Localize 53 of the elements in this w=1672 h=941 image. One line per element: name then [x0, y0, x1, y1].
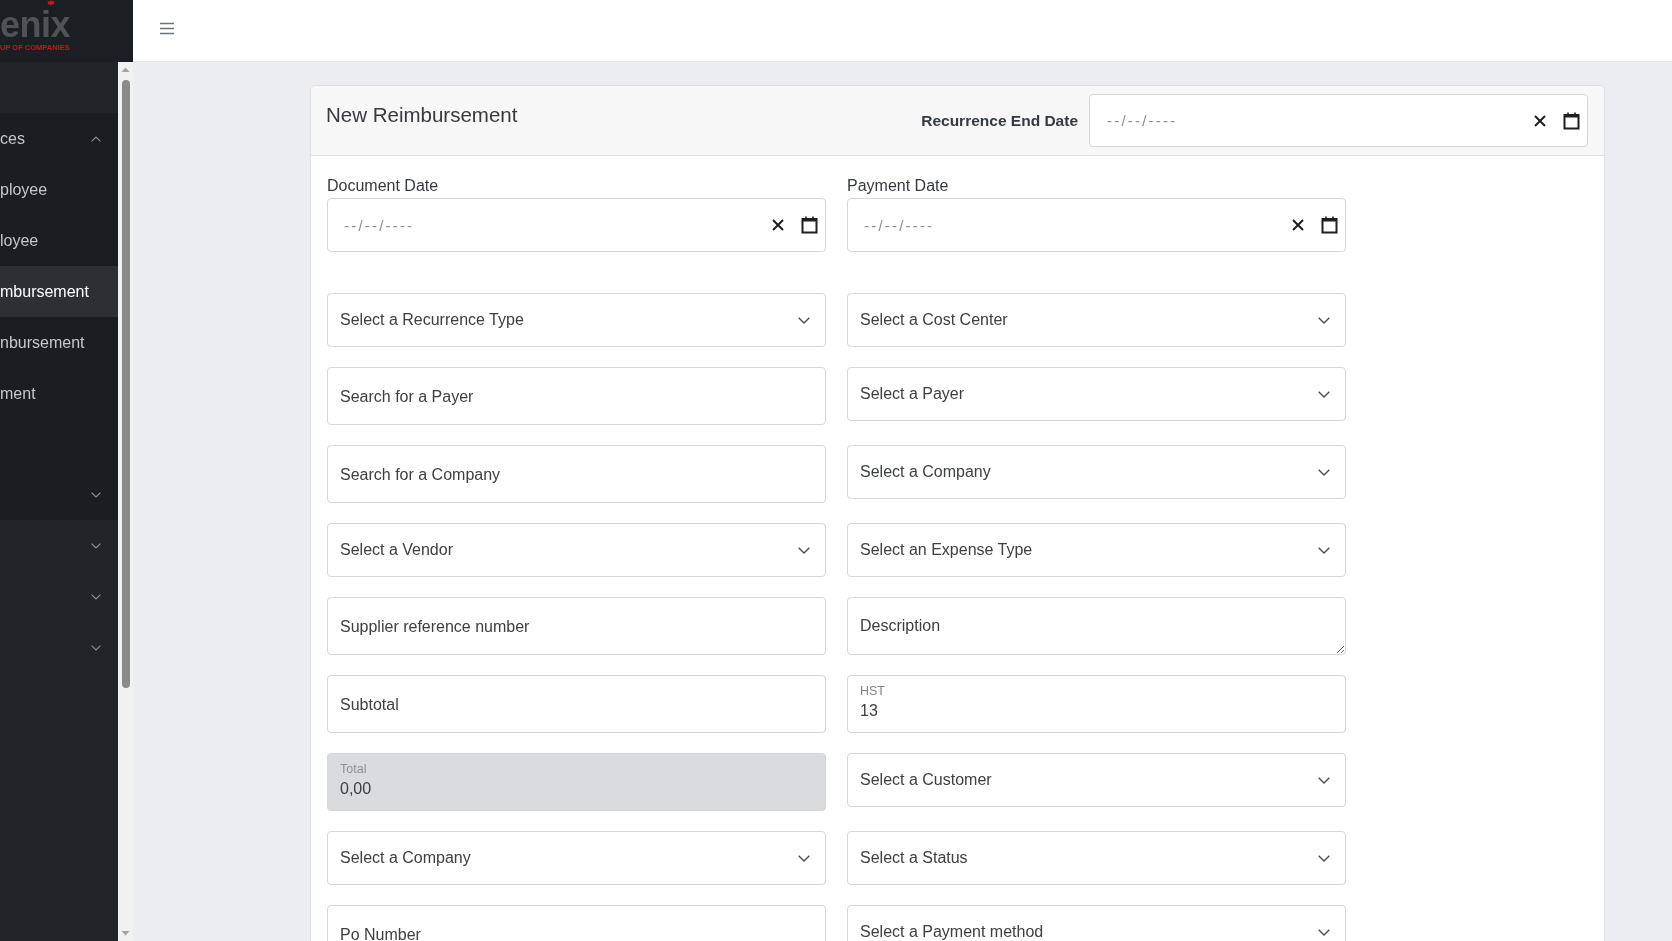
dropdown-field[interactable]: Select a Vendor [327, 523, 826, 577]
dropdown-field[interactable]: Select a Payment method [847, 905, 1346, 941]
chevron-down-icon [798, 546, 810, 554]
chevron-down-icon[interactable] [91, 644, 101, 651]
chevron-down-icon[interactable] [91, 593, 101, 600]
dropdown-field[interactable]: Select an Expense Type [847, 523, 1346, 577]
date-field[interactable]: --/--/---- [847, 198, 1346, 252]
date-field[interactable]: --/--/---- [1089, 94, 1588, 147]
dropdown-field[interactable]: Select a Company [327, 831, 826, 885]
field-label: Document Date [327, 176, 439, 195]
chevron-down-icon [1318, 854, 1330, 862]
sidebar-item[interactable]: loyee [0, 215, 118, 266]
leaf-icon [47, 0, 55, 6]
sidebar-item[interactable]: ployee [0, 164, 118, 215]
dropdown-field[interactable]: Select a Company [847, 445, 1346, 499]
chevron-down-icon [1318, 468, 1330, 476]
text-area[interactable]: Description [847, 597, 1346, 655]
input-field[interactable]: Supplier reference number [327, 597, 826, 655]
dropdown-field[interactable]: Select a Cost Center [847, 293, 1346, 347]
chevron-down-icon [1318, 546, 1330, 554]
chevron-down-icon[interactable] [91, 491, 101, 498]
calendar-icon[interactable] [1321, 216, 1338, 234]
chevron-down-icon [1318, 316, 1330, 324]
sidebar-item[interactable]: mbursement [0, 266, 118, 317]
calendar-icon[interactable] [801, 216, 818, 234]
sidebar-group[interactable]: ces [0, 113, 118, 164]
dropdown-field[interactable]: Select a Status [847, 831, 1346, 885]
sidebar-item[interactable]: ment [0, 368, 118, 419]
menu-icon[interactable] [160, 21, 174, 35]
dropdown-field[interactable]: Select a Customer [847, 753, 1346, 807]
chevron-down-icon [798, 316, 810, 324]
field-label: Payment Date [847, 176, 949, 195]
input-field[interactable]: Po Number [327, 905, 826, 941]
input-field[interactable]: Search for a Payer [327, 367, 826, 425]
scrollbar-thumb[interactable] [121, 80, 130, 688]
input-field[interactable]: HST 13 [847, 675, 1346, 733]
input-field[interactable]: Search for a Company [327, 445, 826, 503]
date-field[interactable]: --/--/---- [327, 198, 826, 252]
clear-icon[interactable] [1292, 219, 1304, 231]
clear-icon[interactable] [1534, 114, 1546, 127]
chevron-down-icon [798, 854, 810, 862]
chevron-down-icon [1318, 390, 1330, 398]
sidebar-item[interactable]: nbursement [0, 317, 118, 368]
field-label: Recurrence End Date [921, 111, 1078, 130]
clear-icon[interactable] [772, 219, 784, 231]
input-field[interactable]: Subtotal [327, 675, 826, 733]
chevron-down-icon [1318, 928, 1330, 936]
calendar-icon[interactable] [1563, 111, 1580, 130]
chevron-down-icon [1318, 776, 1330, 784]
form-title: New Reimbursement [326, 103, 518, 127]
dropdown-field[interactable]: Select a Recurrence Type [327, 293, 826, 347]
dropdown-field[interactable]: Select a Payer [847, 367, 1346, 421]
chevron-down-icon[interactable] [91, 542, 101, 549]
